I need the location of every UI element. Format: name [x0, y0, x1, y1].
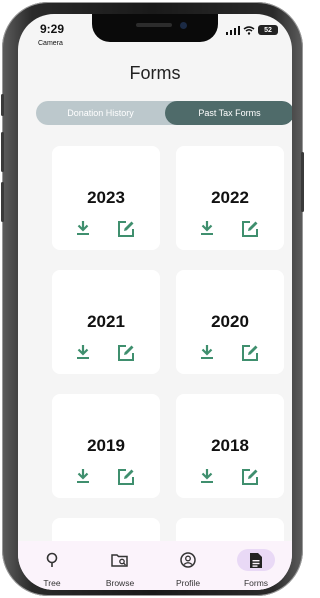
segmented-control: Donation History Past Tax Forms [36, 101, 292, 125]
form-year: 2022 [211, 188, 249, 207]
tab-tree-label: Tree [43, 578, 61, 588]
status-time: 9:29 [40, 22, 65, 36]
edit-icon[interactable] [117, 220, 135, 238]
download-icon[interactable] [200, 468, 214, 484]
screen: 9:29 Camera 52 Forms Donation History Pa… [18, 14, 292, 590]
form-year: 2023 [87, 188, 125, 207]
browse-icon [110, 550, 130, 570]
edit-icon[interactable] [117, 344, 135, 362]
battery-icon: 52 [258, 25, 278, 35]
profile-icon [178, 550, 198, 570]
tab-tree[interactable]: Tree [18, 541, 86, 590]
segment-past-tax-forms[interactable]: Past Tax Forms [165, 101, 292, 125]
tab-forms-label: Forms [243, 578, 269, 588]
download-icon[interactable] [200, 344, 214, 360]
status-carrier: Camera [38, 40, 63, 47]
bottom-tab-bar: Tree Browse Profile Forms [18, 541, 292, 590]
edit-icon[interactable] [241, 468, 259, 486]
volume-down-button [1, 182, 4, 222]
download-icon[interactable] [76, 344, 90, 360]
wifi-icon [243, 25, 255, 35]
edit-icon[interactable] [241, 220, 259, 238]
segment-donation-history[interactable]: Donation History [36, 101, 165, 125]
form-card[interactable]: 2018 [176, 394, 284, 498]
phone-frame: 9:29 Camera 52 Forms Donation History Pa… [1, 2, 304, 596]
edit-icon[interactable] [117, 468, 135, 486]
form-card[interactable]: 2023 [52, 146, 160, 250]
form-card[interactable]: 2020 [176, 270, 284, 374]
download-icon[interactable] [76, 468, 90, 484]
edit-icon[interactable] [241, 344, 259, 362]
notch [92, 14, 218, 42]
tree-icon [42, 550, 62, 570]
signal-icon [226, 25, 240, 35]
tab-forms[interactable]: Forms [222, 541, 290, 590]
form-year: 2021 [87, 312, 125, 331]
tab-profile-label: Profile [175, 578, 201, 588]
form-card[interactable]: 2022 [176, 146, 284, 250]
form-year: 2018 [211, 436, 249, 455]
mute-switch [1, 94, 4, 116]
status-icons: 52 [226, 25, 278, 35]
form-card[interactable]: 2019 [52, 394, 160, 498]
page-title: Forms [129, 63, 181, 83]
speaker [136, 23, 172, 27]
volume-up-button [1, 132, 4, 172]
tab-profile[interactable]: Profile [154, 541, 222, 590]
form-year: 2019 [87, 436, 125, 455]
power-button [301, 152, 304, 212]
tab-browse-label: Browse [105, 578, 135, 588]
forms-icon [237, 549, 275, 571]
form-card[interactable]: 2021 [52, 270, 160, 374]
download-icon[interactable] [200, 220, 214, 236]
front-camera [180, 22, 187, 29]
tab-browse[interactable]: Browse [86, 541, 154, 590]
download-icon[interactable] [76, 220, 90, 236]
form-year: 2020 [211, 312, 249, 331]
